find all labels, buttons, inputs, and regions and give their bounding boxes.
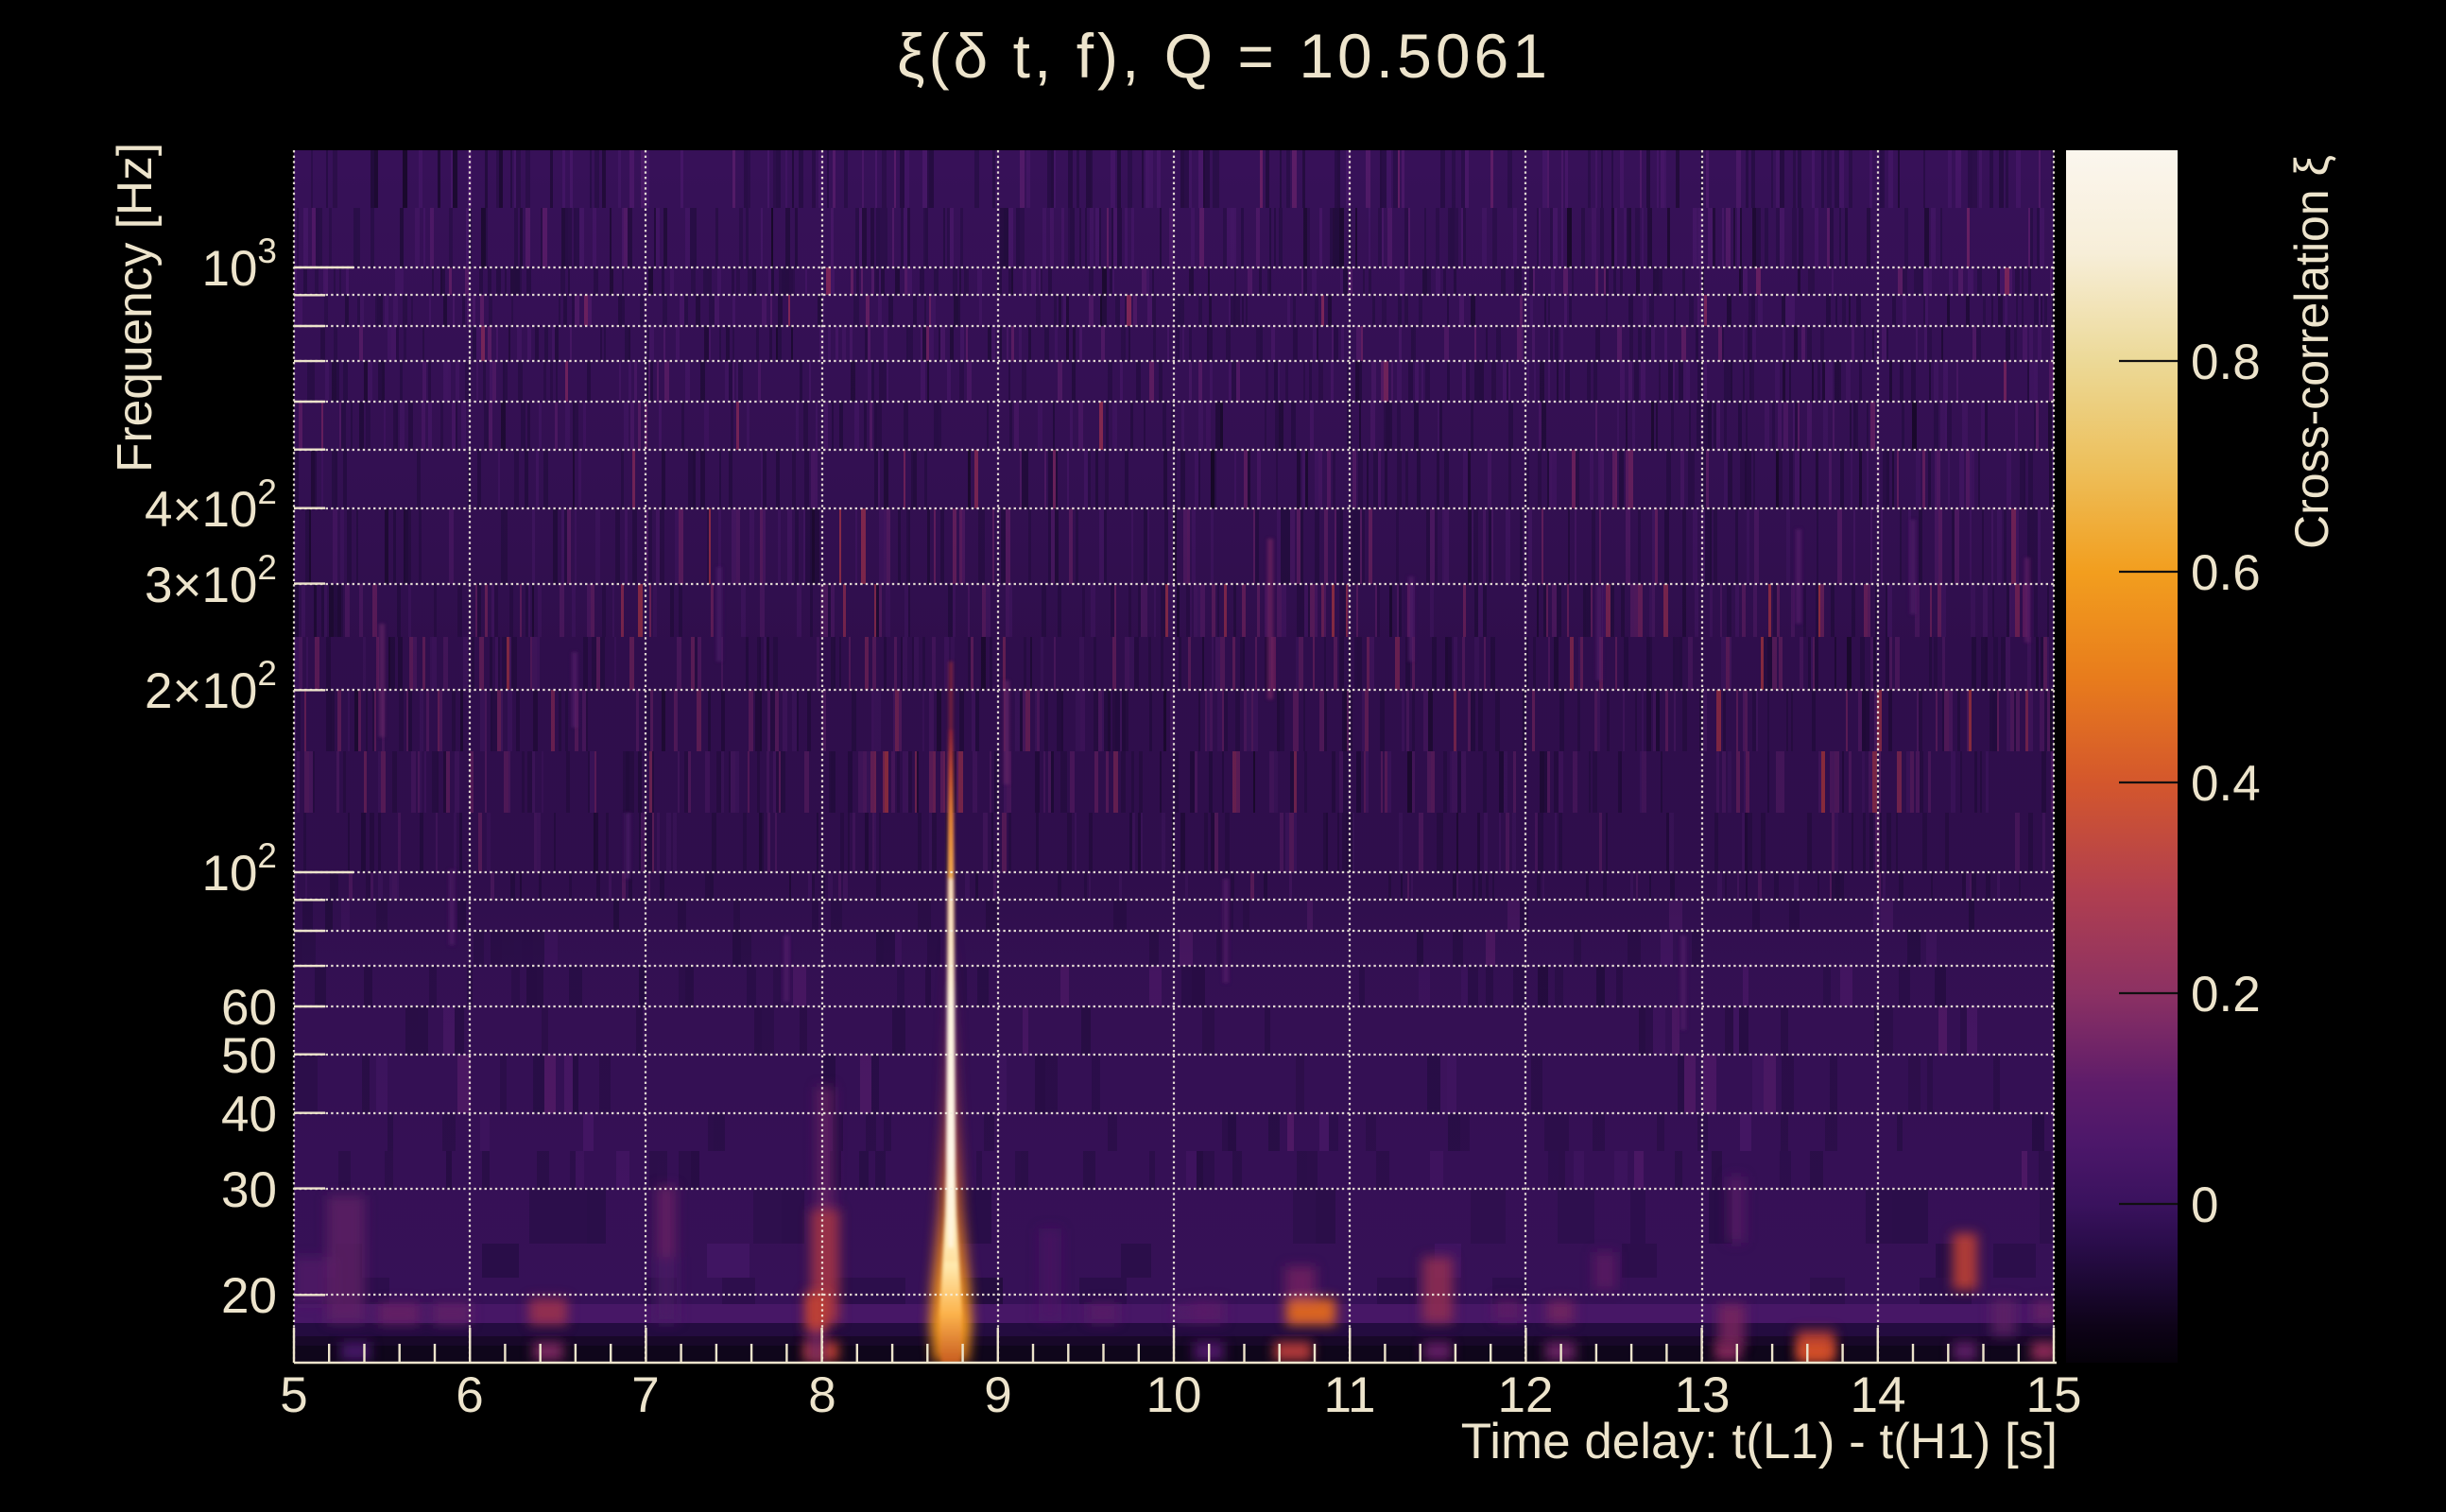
svg-text:9: 9 — [984, 1367, 1011, 1423]
svg-text:3×102: 3×102 — [145, 548, 277, 613]
svg-text:50: 50 — [221, 1028, 277, 1084]
svg-text:Frequency [Hz]: Frequency [Hz] — [107, 143, 162, 472]
svg-text:8: 8 — [808, 1367, 835, 1423]
svg-text:20: 20 — [221, 1268, 277, 1324]
svg-text:ξ(δ t, f), Q = 10.5061: ξ(δ t, f), Q = 10.5061 — [897, 21, 1547, 91]
svg-text:5: 5 — [280, 1367, 307, 1423]
svg-text:30: 30 — [221, 1162, 277, 1218]
svg-text:11: 11 — [1323, 1367, 1375, 1423]
svg-text:40: 40 — [221, 1087, 277, 1143]
svg-text:60: 60 — [221, 980, 277, 1036]
svg-text:0.2: 0.2 — [2191, 967, 2261, 1022]
svg-text:0: 0 — [2191, 1177, 2218, 1233]
svg-text:0.8: 0.8 — [2191, 335, 2261, 390]
svg-text:0.6: 0.6 — [2191, 545, 2261, 601]
svg-text:10: 10 — [1146, 1367, 1202, 1423]
svg-text:Cross-correlation ξ: Cross-correlation ξ — [2285, 155, 2338, 549]
svg-text:4×102: 4×102 — [145, 472, 277, 538]
svg-text:0.4: 0.4 — [2191, 756, 2261, 812]
svg-text:Time delay: t(L1) - t(H1) [s]: Time delay: t(L1) - t(H1) [s] — [1461, 1414, 2058, 1469]
svg-text:2×102: 2×102 — [145, 654, 277, 719]
svg-text:6: 6 — [456, 1367, 483, 1423]
svg-text:7: 7 — [631, 1367, 659, 1423]
